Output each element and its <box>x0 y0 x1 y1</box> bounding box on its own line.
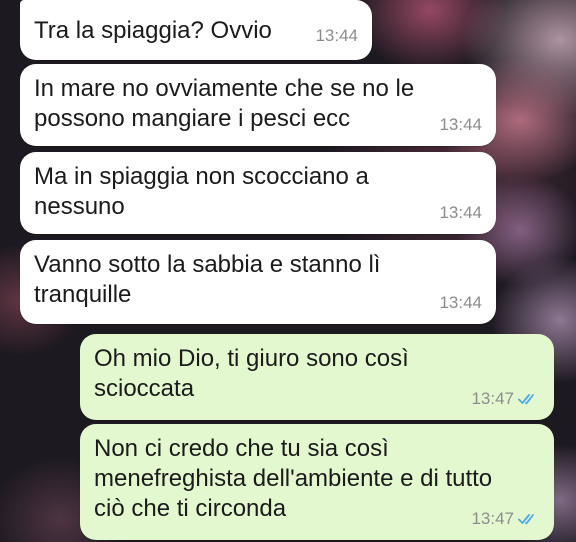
message-meta: 13:47 <box>471 384 540 414</box>
message-meta: 13:44 <box>439 288 482 318</box>
message-time: 13:44 <box>315 26 358 45</box>
message-text: Ma in spiaggia non scocciano a nessuno <box>34 163 369 220</box>
message-text: In mare no ovviamente che se no le posso… <box>34 75 415 132</box>
message-bubble-outgoing[interactable]: Oh mio Dio, ti giuro sono così scioccata… <box>80 334 554 420</box>
message-bubble-incoming[interactable]: Ma in spiaggia non scocciano a nessuno 1… <box>20 152 496 234</box>
message-meta: 13:47 <box>471 504 540 534</box>
double-check-icon <box>518 514 534 525</box>
message-text: Vanno sotto la sabbia e stanno lì tranqu… <box>34 251 381 308</box>
message-bubble-incoming[interactable]: Tra la spiaggia? Ovvio 13:44 <box>20 0 372 60</box>
message-meta: 13:44 <box>439 198 482 228</box>
message-bubble-incoming[interactable]: In mare no ovviamente che se no le posso… <box>20 64 496 146</box>
message-bubble-incoming[interactable]: Vanno sotto la sabbia e stanno lì tranqu… <box>20 240 496 324</box>
message-time: 13:47 <box>471 389 514 408</box>
message-time: 13:44 <box>439 203 482 222</box>
message-time: 13:47 <box>471 509 514 528</box>
message-list[interactable]: Tra la spiaggia? Ovvio 13:44 In mare no … <box>0 0 576 542</box>
double-check-icon <box>518 394 534 405</box>
message-text: Tra la spiaggia? Ovvio <box>34 17 272 44</box>
message-time: 13:44 <box>439 293 482 312</box>
message-bubble-outgoing[interactable]: Non ci credo che tu sia così menefreghis… <box>80 424 554 540</box>
message-meta: 13:44 <box>315 21 358 51</box>
message-meta: 13:44 <box>439 110 482 140</box>
message-time: 13:44 <box>439 115 482 134</box>
